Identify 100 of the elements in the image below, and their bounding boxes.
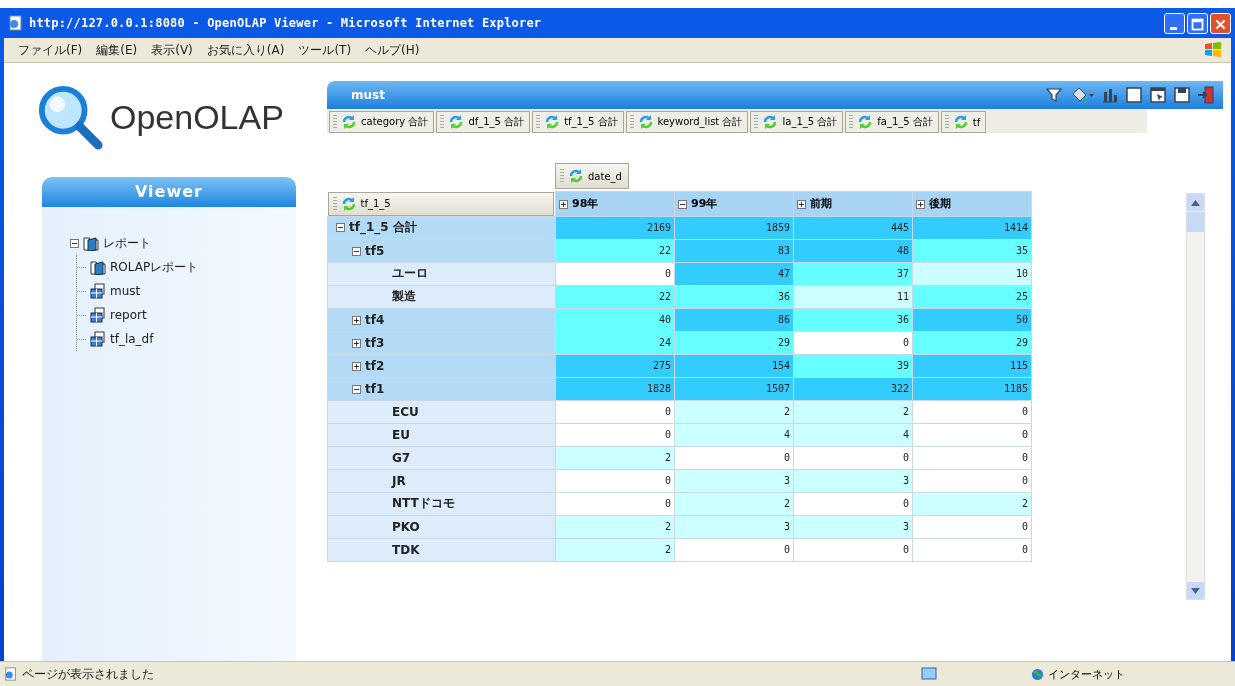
table-document-icon — [89, 307, 107, 323]
window-icon[interactable] — [1125, 86, 1143, 104]
row-label: TDK — [392, 542, 420, 557]
dimension-tab[interactable]: category 合計 — [329, 111, 435, 133]
filter-icon[interactable] — [1045, 86, 1063, 104]
grip-handle[interactable] — [536, 115, 541, 129]
refresh-icon — [762, 114, 779, 130]
table-cell: 2 — [674, 400, 794, 423]
table-cell: 1859 — [674, 216, 794, 239]
table-cell: 0 — [793, 331, 913, 354]
window-title: http://127.0.0.1:8080 - OpenOLAP Viewer - Microsoft Internet Explorer — [29, 16, 542, 30]
scroll-down-icon[interactable] — [1187, 582, 1204, 599]
tree-item[interactable]: report — [110, 308, 147, 322]
save-icon[interactable] — [1173, 86, 1191, 104]
collapse-icon[interactable] — [352, 246, 361, 256]
table-cell: 0 — [912, 400, 1032, 423]
table-cell: 3 — [674, 469, 794, 492]
page-icon — [4, 667, 18, 681]
table-cell: 2 — [674, 492, 794, 515]
refresh-icon — [568, 168, 584, 184]
table-cell: 22 — [555, 239, 675, 262]
row-label: tf2 — [365, 358, 385, 373]
menu-item[interactable]: 表示(V) — [151, 41, 193, 59]
column-label: 後期 — [929, 197, 951, 211]
popup-window-icon[interactable] — [1149, 86, 1167, 104]
table-cell: 86 — [674, 308, 794, 331]
minimize-button[interactable] — [1164, 12, 1185, 34]
vertical-scrollbar[interactable] — [1186, 193, 1205, 600]
magnifier-logo-icon — [36, 83, 104, 151]
table-cell: 0 — [912, 538, 1032, 561]
exit-icon[interactable] — [1197, 86, 1215, 104]
expand-icon[interactable] — [352, 338, 361, 348]
table-cell: 275 — [555, 354, 675, 377]
grip-handle[interactable] — [849, 115, 854, 129]
grip-handle[interactable] — [560, 169, 564, 183]
table-cell: 0 — [555, 469, 675, 492]
table-cell: 11 — [793, 285, 913, 308]
table-cell: 2 — [555, 446, 675, 469]
menu-item[interactable]: ファイル(F) — [18, 41, 83, 59]
collapse-icon[interactable] — [352, 384, 361, 394]
expand-icon[interactable] — [352, 315, 361, 325]
collapse-icon[interactable] — [70, 238, 79, 248]
grip-handle[interactable] — [332, 196, 337, 211]
table-cell: 2 — [912, 492, 1032, 515]
grip-handle[interactable] — [629, 115, 634, 129]
menu-item[interactable]: ツール(T) — [298, 41, 352, 59]
table-cell: 0 — [555, 400, 675, 423]
table-cell: 29 — [674, 331, 794, 354]
grip-handle[interactable] — [754, 115, 759, 129]
dimension-tab[interactable]: la_1_5 合計 — [750, 111, 844, 133]
globe-icon — [1031, 667, 1044, 681]
table-cell: 0 — [674, 446, 794, 469]
tree-item[interactable]: tf_la_df — [110, 332, 154, 346]
row-dimension-button[interactable]: tf_1_5 — [327, 191, 554, 216]
dimension-tab[interactable]: df_1_5 合計 — [436, 111, 531, 133]
status-message: ページが表示されました — [22, 665, 154, 683]
collapse-icon[interactable] — [678, 199, 687, 209]
menu-item[interactable]: お気に入り(A) — [206, 41, 285, 59]
scroll-up-icon[interactable] — [1187, 194, 1204, 211]
tree-item[interactable]: must — [110, 284, 141, 298]
table-cell: 0 — [674, 538, 794, 561]
windows-logo-icon — [1203, 40, 1223, 60]
table-cell: 0 — [912, 515, 1032, 538]
grip-handle[interactable] — [944, 115, 949, 129]
collapse-icon[interactable] — [336, 223, 345, 232]
grip-handle[interactable] — [440, 115, 445, 129]
table-cell: 445 — [793, 216, 913, 239]
tree-item[interactable]: ROLAPレポート — [110, 258, 199, 276]
tree-item[interactable]: レポート — [103, 234, 151, 252]
dimension-tab[interactable]: fa_1_5 合計 — [845, 111, 939, 133]
table-document-icon — [89, 331, 107, 347]
table-cell: 35 — [912, 239, 1032, 262]
menu-item[interactable]: ヘルプ(H) — [365, 41, 420, 59]
close-button[interactable] — [1210, 12, 1231, 34]
scroll-thumb[interactable] — [1187, 212, 1204, 232]
menu-item[interactable]: 編集(E) — [96, 41, 138, 59]
row-label: PKO — [392, 519, 420, 534]
report-title: must — [351, 88, 385, 102]
expand-icon[interactable] — [916, 199, 925, 209]
maximize-button[interactable] — [1187, 12, 1208, 34]
table-cell: 48 — [793, 239, 913, 262]
table-cell: 2 — [555, 538, 675, 561]
refresh-icon — [340, 195, 357, 212]
column-dimension-button[interactable]: date_d — [555, 163, 629, 189]
dimension-tab[interactable]: tf_1_5 合計 — [532, 111, 624, 133]
table-cell: 0 — [912, 469, 1032, 492]
table-cell: 83 — [674, 239, 794, 262]
page-icon — [8, 15, 24, 31]
bar-chart-icon[interactable] — [1101, 86, 1119, 104]
expand-icon[interactable] — [559, 199, 568, 209]
expand-icon[interactable] — [797, 199, 806, 209]
monitor-icon — [921, 666, 937, 682]
dimension-tab[interactable]: keyword_list 合計 — [625, 111, 749, 133]
table-cell: 1414 — [912, 216, 1032, 239]
dimension-tab[interactable]: tf — [940, 111, 987, 133]
grip-handle[interactable] — [333, 115, 337, 129]
column-label: 99年 — [691, 197, 718, 211]
table-cell: 322 — [793, 377, 913, 400]
expand-icon[interactable] — [352, 361, 361, 371]
panel-header: Viewer — [42, 177, 296, 207]
